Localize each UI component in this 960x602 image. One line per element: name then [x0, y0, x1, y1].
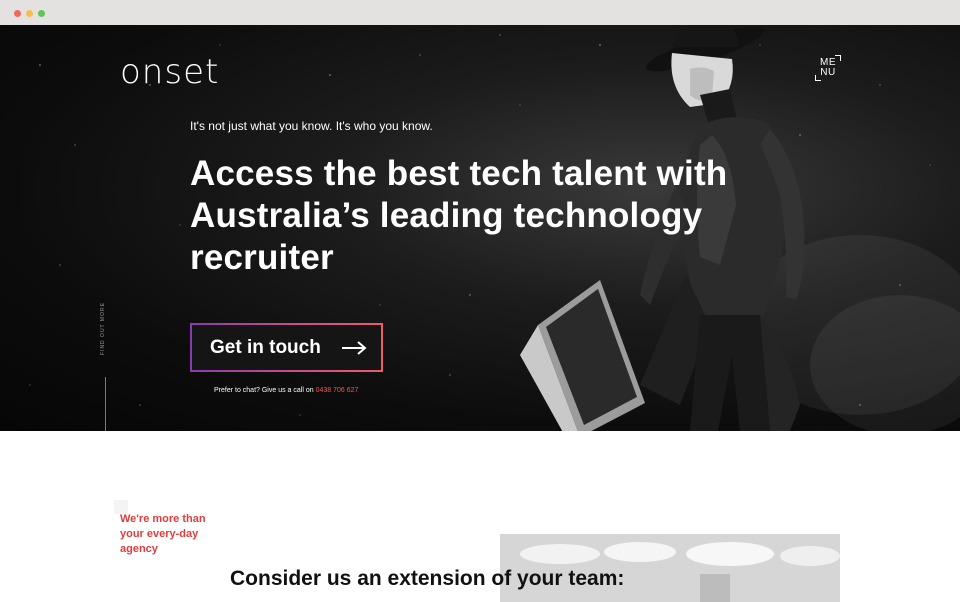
scroll-indicator-line: [105, 377, 106, 431]
browser-chrome: [0, 0, 960, 25]
hero-headline: Access the best tech talent with Austral…: [190, 154, 728, 277]
minimize-window-button[interactable]: [26, 10, 33, 17]
cta-inner: Get in touch: [192, 325, 381, 370]
laptop-illustration: [520, 280, 645, 431]
menu-button[interactable]: ME NU: [815, 55, 841, 81]
chat-prefix: Prefer to chat? Give us a call on: [214, 387, 314, 394]
menu-label: ME NU: [820, 57, 836, 78]
get-in-touch-button[interactable]: Get in touch: [190, 323, 383, 372]
find-out-more-label[interactable]: FIND OUT MORE: [100, 302, 106, 355]
close-window-button[interactable]: [14, 10, 21, 17]
phone-link[interactable]: 0438 706 627: [316, 387, 359, 394]
hero-section: onset ME NU It's not just what you know.…: [0, 25, 960, 431]
section-title: Consider us an extension of your team:: [230, 567, 625, 590]
cta-label: Get in touch: [210, 336, 321, 358]
chat-prompt: Prefer to chat? Give us a call on 0438 7…: [214, 387, 358, 394]
onset-logo[interactable]: onset: [120, 55, 219, 89]
section-tagline: We're more than your every-day agency: [120, 513, 206, 555]
arrow-right-icon: [341, 340, 367, 355]
hero-eyebrow: It's not just what you know. It's who yo…: [190, 119, 433, 133]
maximize-window-button[interactable]: [38, 10, 45, 17]
